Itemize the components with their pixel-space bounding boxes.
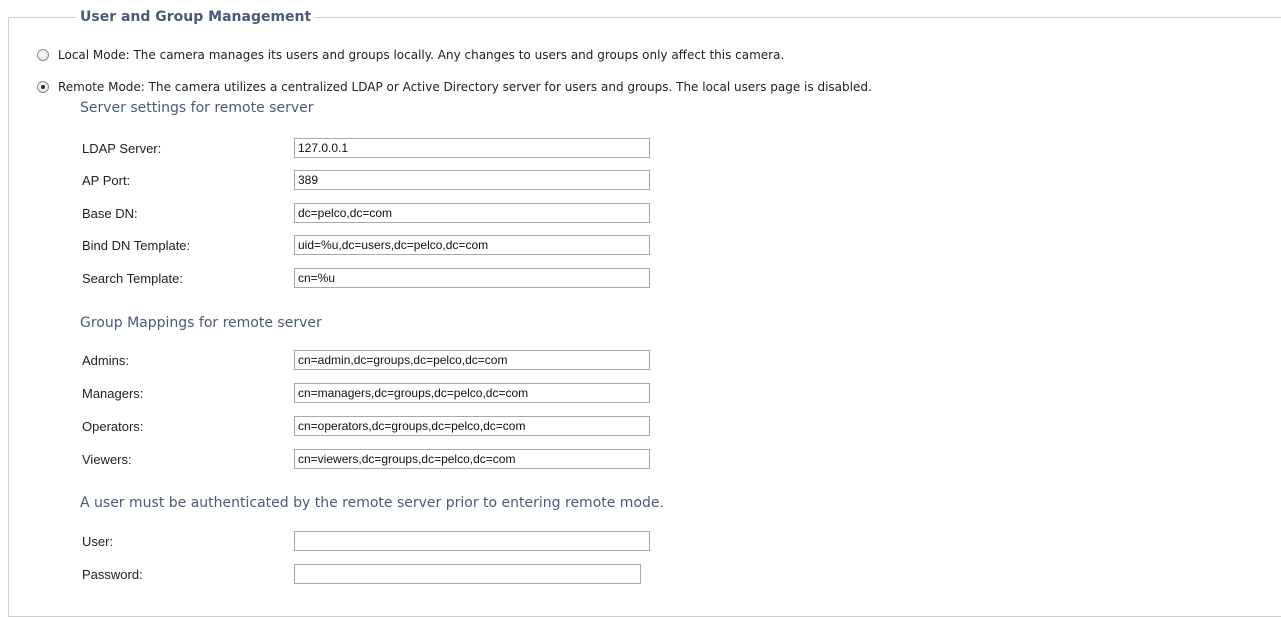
server-settings-heading: Server settings for remote server <box>80 100 314 116</box>
admins-input[interactable] <box>294 350 650 370</box>
remote-mode-option[interactable]: Remote Mode: The camera utilizes a centr… <box>37 77 872 97</box>
operators-input[interactable] <box>294 416 650 436</box>
bind-dn-template-input[interactable] <box>294 235 650 255</box>
managers-input[interactable] <box>294 383 650 403</box>
managers-label: Managers: <box>82 386 144 401</box>
remote-mode-label[interactable]: Remote Mode: The camera utilizes a centr… <box>58 80 872 94</box>
password-input[interactable] <box>294 564 641 584</box>
local-mode-radio[interactable] <box>37 49 49 61</box>
base-dn-input[interactable] <box>294 203 650 223</box>
ap-port-input[interactable] <box>294 170 650 190</box>
search-template-input[interactable] <box>294 268 650 288</box>
ldap-server-input[interactable] <box>294 138 650 158</box>
group-mappings-heading: Group Mappings for remote server <box>80 315 322 331</box>
viewers-input[interactable] <box>294 449 650 469</box>
viewers-label: Viewers: <box>82 452 132 467</box>
ldap-server-label: LDAP Server: <box>82 141 162 156</box>
password-label: Password: <box>82 567 143 582</box>
ap-port-label: AP Port: <box>82 173 131 188</box>
bind-dn-template-label: Bind DN Template: <box>82 238 191 253</box>
local-mode-option[interactable]: Local Mode: The camera manages its users… <box>37 45 784 65</box>
fieldset-legend-title: User and Group Management <box>76 7 315 27</box>
search-template-label: Search Template: <box>82 271 183 286</box>
user-label: User: <box>82 534 114 549</box>
local-mode-label[interactable]: Local Mode: The camera manages its users… <box>58 48 784 62</box>
remote-mode-radio[interactable] <box>37 81 49 93</box>
admins-label: Admins: <box>82 353 129 368</box>
base-dn-label: Base DN: <box>82 206 138 221</box>
user-input[interactable] <box>294 531 650 551</box>
operators-label: Operators: <box>82 419 144 434</box>
authentication-heading: A user must be authenticated by the remo… <box>80 495 664 511</box>
